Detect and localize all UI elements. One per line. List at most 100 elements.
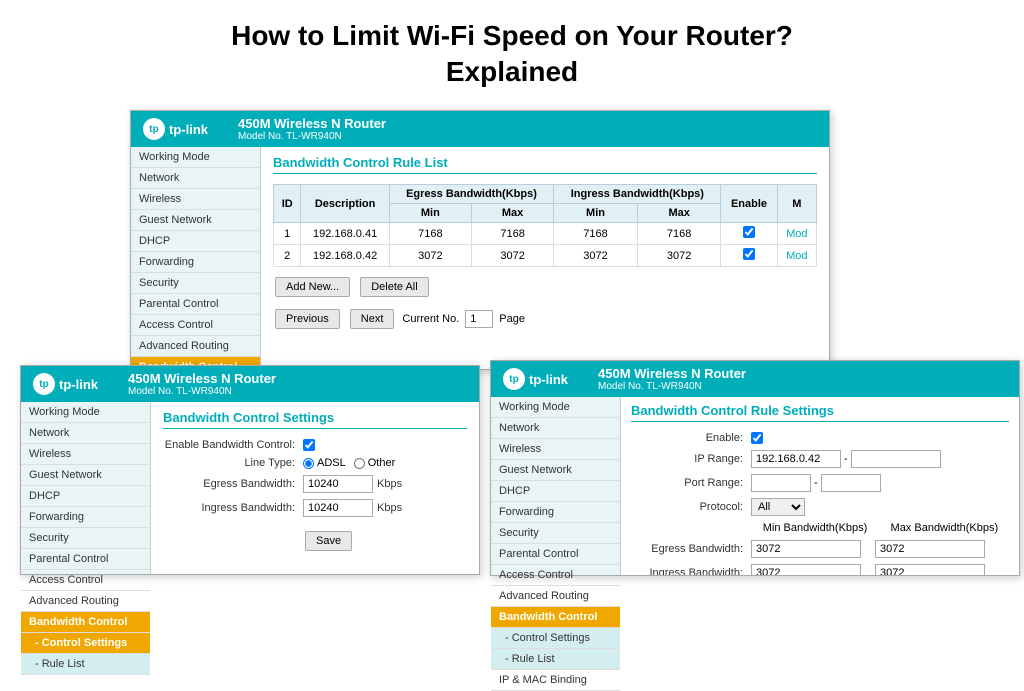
p2-sidebar-rule-list[interactable]: - Rule List: [21, 654, 150, 675]
p2-sidebar-control-settings[interactable]: - Control Settings: [21, 633, 150, 654]
p2-sidebar-forwarding[interactable]: Forwarding: [21, 507, 150, 528]
panel3-sidebar: Working Mode Network Wireless Guest Netw…: [491, 397, 621, 575]
p2-sidebar-working-mode[interactable]: Working Mode: [21, 402, 150, 423]
p3-port-range-end[interactable]: [821, 474, 881, 492]
sidebar-item-network[interactable]: Network: [131, 168, 260, 189]
p3-sidebar-parental[interactable]: Parental Control: [491, 544, 620, 565]
th-ingress: Ingress Bandwidth(Kbps): [554, 185, 721, 204]
table-row: 1 192.168.0.41 7168 7168 7168 7168 Mod: [274, 223, 817, 245]
panel3-content: Bandwidth Control Rule Settings Enable: …: [621, 397, 1019, 575]
p3-ip-range-row: IP Range: -: [631, 450, 1009, 468]
main-title: How to Limit Wi-Fi Speed on Your Router?…: [0, 0, 1024, 101]
p2-sidebar-wireless[interactable]: Wireless: [21, 444, 150, 465]
port-range-dash: -: [814, 477, 818, 489]
enable-checkbox-2[interactable]: [743, 248, 755, 260]
sidebar-item-access[interactable]: Access Control: [131, 315, 260, 336]
p3-port-range-start[interactable]: [751, 474, 811, 492]
p2-sidebar-bandwidth[interactable]: Bandwidth Control: [21, 612, 150, 633]
sidebar-item-wireless[interactable]: Wireless: [131, 189, 260, 210]
sidebar-item-security[interactable]: Security: [131, 273, 260, 294]
p3-ingress-min-input[interactable]: [751, 564, 861, 575]
p3-sidebar-dhcp[interactable]: DHCP: [491, 481, 620, 502]
sidebar-item-guest[interactable]: Guest Network: [131, 210, 260, 231]
cell-modify[interactable]: Mod: [777, 245, 816, 267]
p3-sidebar-wireless[interactable]: Wireless: [491, 439, 620, 460]
panel1-content: Bandwidth Control Rule List ID Descripti…: [261, 147, 829, 369]
panel2-section-title: Bandwidth Control Settings: [163, 410, 467, 429]
pagination: Previous Next Current No. Page: [273, 307, 817, 331]
p3-sidebar-guest[interactable]: Guest Network: [491, 460, 620, 481]
table-buttons: Add New... Delete All: [273, 275, 817, 299]
line-type-row: Line Type: ADSL Other: [163, 457, 467, 469]
enable-bw-checkbox[interactable]: [303, 439, 315, 451]
p3-sidebar-security[interactable]: Security: [491, 523, 620, 544]
p2-sidebar-guest[interactable]: Guest Network: [21, 465, 150, 486]
p3-sidebar-working-mode[interactable]: Working Mode: [491, 397, 620, 418]
p3-sidebar-advanced[interactable]: Advanced Routing: [491, 586, 620, 607]
p3-ip-label: IP Range:: [631, 453, 751, 465]
th-id: ID: [274, 185, 301, 223]
model-no-3: Model No. TL-WR940N: [598, 381, 746, 392]
p2-sidebar-access[interactable]: Access Control: [21, 570, 150, 591]
p3-egress-max-input[interactable]: [875, 540, 985, 558]
ingress-kbps: Kbps: [377, 502, 402, 514]
p3-sidebar-ip-mac[interactable]: IP & MAC Binding: [491, 670, 620, 691]
th-ingress-min: Min: [554, 204, 638, 223]
egress-kbps: Kbps: [377, 478, 402, 490]
p3-port-label: Port Range:: [631, 477, 751, 489]
panel2-save-button[interactable]: Save: [305, 531, 352, 551]
p3-ip-range-end-input[interactable]: [851, 450, 941, 468]
other-label: Other: [368, 457, 396, 469]
ingress-bw-input[interactable]: [303, 499, 373, 517]
logo-icon-2: tp: [33, 373, 55, 395]
ip-range-dash: -: [844, 453, 848, 465]
sidebar-item-forwarding[interactable]: Forwarding: [131, 252, 260, 273]
p3-sidebar-rule-list[interactable]: - Rule List: [491, 649, 620, 670]
enable-bandwidth-row: Enable Bandwidth Control:: [163, 439, 467, 451]
model-name-2: 450M Wireless N Router: [128, 371, 276, 386]
cell-modify[interactable]: Mod: [777, 223, 816, 245]
egress-bw-label: Egress Bandwidth:: [163, 478, 303, 490]
sidebar-item-dhcp[interactable]: DHCP: [131, 231, 260, 252]
p3-sidebar-network[interactable]: Network: [491, 418, 620, 439]
sidebar-item-parental[interactable]: Parental Control: [131, 294, 260, 315]
p2-sidebar-parental[interactable]: Parental Control: [21, 549, 150, 570]
next-button[interactable]: Next: [350, 309, 395, 329]
ingress-bw-label: Ingress Bandwidth:: [163, 502, 303, 514]
panel3-header: tp tp-link 450M Wireless N Router Model …: [491, 361, 1019, 397]
p3-ip-range-input[interactable]: [751, 450, 841, 468]
p2-sidebar-security[interactable]: Security: [21, 528, 150, 549]
p3-egress-min-input[interactable]: [751, 540, 861, 558]
tp-link-logo-3: tp tp-link: [503, 368, 568, 390]
previous-button[interactable]: Previous: [275, 309, 340, 329]
line-type-other[interactable]: [354, 458, 365, 469]
p3-protocol-select[interactable]: All TCP UDP ICMP: [751, 498, 805, 516]
delete-all-button[interactable]: Delete All: [360, 277, 428, 297]
sidebar-item-advanced-routing[interactable]: Advanced Routing: [131, 336, 260, 357]
enable-checkbox-1[interactable]: [743, 226, 755, 238]
sidebar-item-working-mode[interactable]: Working Mode: [131, 147, 260, 168]
p2-sidebar-dhcp[interactable]: DHCP: [21, 486, 150, 507]
cell-desc: 192.168.0.42: [301, 245, 389, 267]
page-number-input[interactable]: [465, 310, 493, 328]
cell-ingress-max: 3072: [637, 245, 721, 267]
p3-sidebar-control-settings[interactable]: - Control Settings: [491, 628, 620, 649]
p2-sidebar-network[interactable]: Network: [21, 423, 150, 444]
cell-enable: [721, 223, 777, 245]
p3-enable-checkbox[interactable]: [751, 432, 763, 444]
cell-egress-min: 7168: [389, 223, 471, 245]
p3-sidebar-forwarding[interactable]: Forwarding: [491, 502, 620, 523]
p2-sidebar-advanced[interactable]: Advanced Routing: [21, 591, 150, 612]
p3-egress-row: Egress Bandwidth:: [631, 540, 1009, 558]
p3-ingress-max-input[interactable]: [875, 564, 985, 575]
cell-ingress-max: 7168: [637, 223, 721, 245]
line-type-adsl[interactable]: [303, 458, 314, 469]
panel2-content: Bandwidth Control Settings Enable Bandwi…: [151, 402, 479, 574]
router-header-info: 450M Wireless N Router Model No. TL-WR94…: [238, 116, 386, 142]
panel3-section-title: Bandwidth Control Rule Settings: [631, 403, 1009, 422]
egress-bw-input[interactable]: [303, 475, 373, 493]
add-new-button[interactable]: Add New...: [275, 277, 350, 297]
panel2-body: Working Mode Network Wireless Guest Netw…: [21, 402, 479, 574]
p3-ingress-label: Ingress Bandwidth:: [631, 567, 751, 575]
p3-sidebar-bandwidth[interactable]: Bandwidth Control: [491, 607, 620, 628]
